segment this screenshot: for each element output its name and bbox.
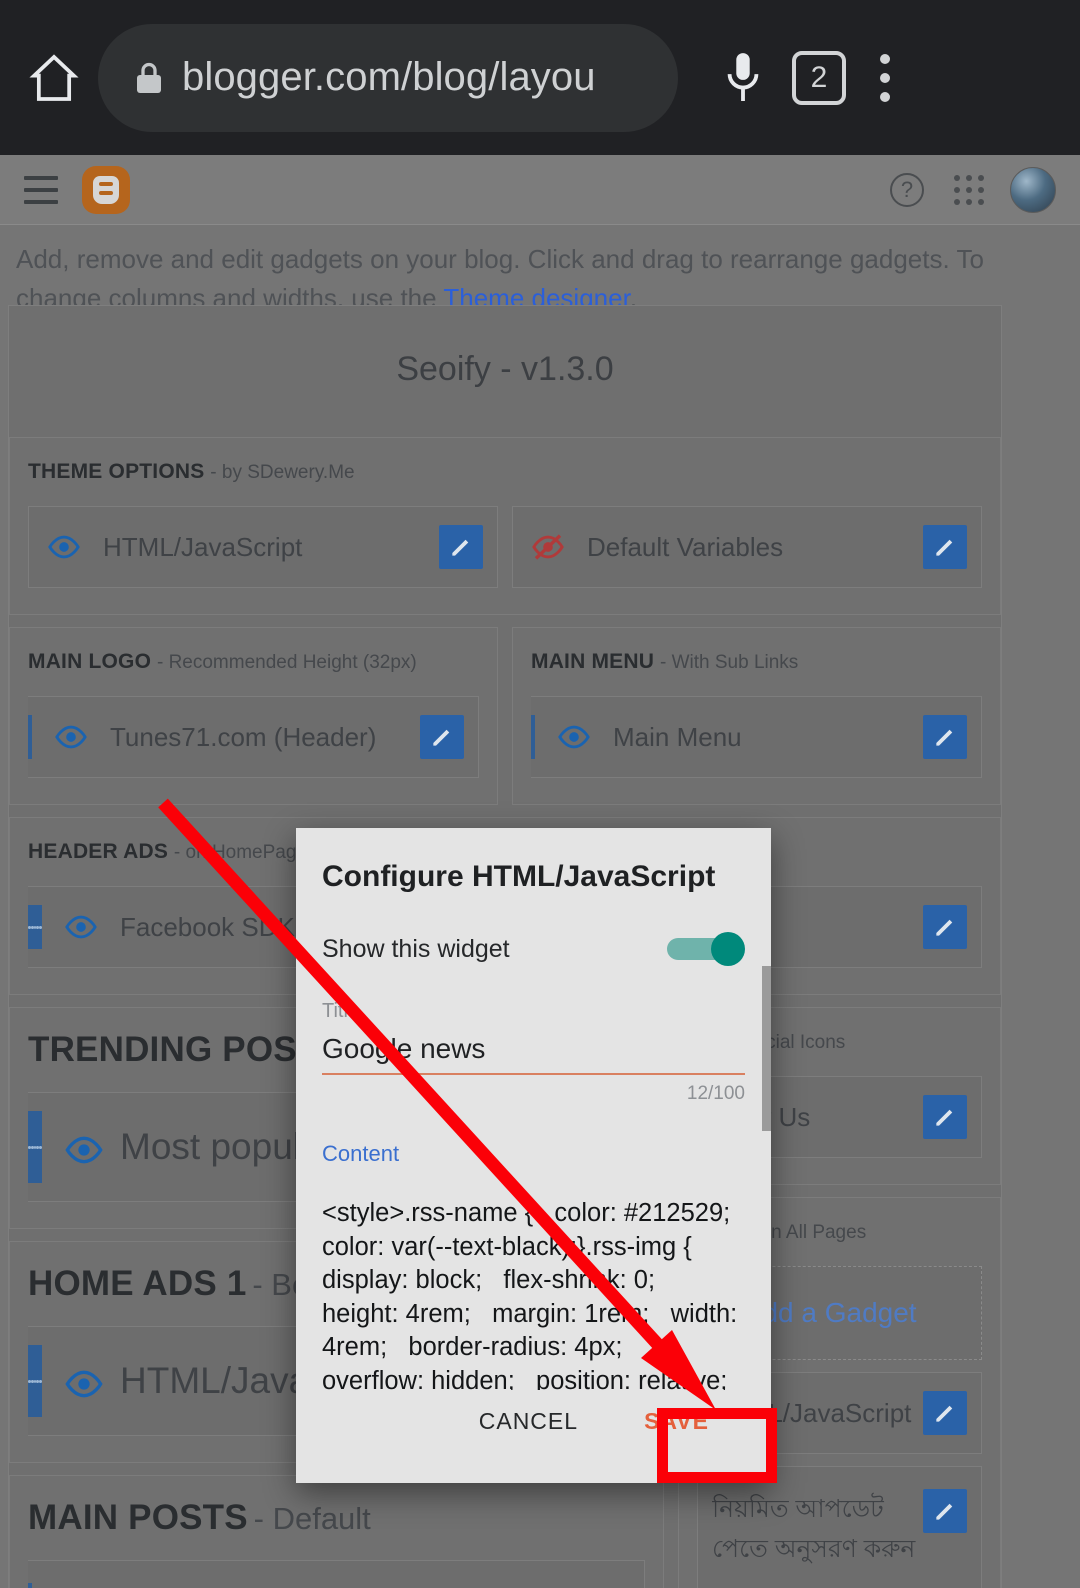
dialog-body: Show this widget Title Google news 12/10… [296,894,771,1390]
edit-pencil-icon[interactable] [439,525,483,569]
edit-pencil-icon[interactable] [923,715,967,759]
show-widget-toggle[interactable] [667,932,745,966]
address-bar[interactable]: blogger.com/blog/layou [98,23,678,132]
accent-bar [28,715,32,759]
widget-label: Default Variables [587,531,784,562]
widget-main-menu[interactable]: Main Menu [531,696,982,778]
eye-hidden-icon[interactable] [531,530,565,564]
eye-visible-icon[interactable] [54,720,88,754]
title-field-label: Title [322,1000,360,1022]
section-subtitle: - by SDewery.Me [210,462,355,483]
drag-handle[interactable] [28,905,42,949]
edit-pencil-icon[interactable] [923,525,967,569]
title-char-counter: 12/100 [686,1083,745,1104]
section-main-menu: MAIN MENU - With Sub Links Main Menu [512,627,1001,805]
content-field-label: Content [322,1141,400,1166]
section-header: MAIN POSTS - Default [28,1498,645,1538]
widget-tunes71-header[interactable]: Tunes71.com (Header) [28,696,479,778]
avatar[interactable] [1010,166,1056,213]
eye-visible-icon[interactable] [557,720,591,754]
theme-title: Seoify - v1.3.0 [396,350,614,388]
edit-pencil-icon[interactable] [923,1391,967,1435]
section-name: TRENDING POSTS [28,1030,342,1069]
eye-visible-icon[interactable] [64,910,98,944]
save-button[interactable]: SAVE [604,1390,749,1453]
google-apps-grid-icon[interactable] [954,174,984,205]
url-text: blogger.com/blog/layou [182,55,596,99]
section-name: MAIN POSTS [28,1498,248,1537]
hamburger-menu-icon[interactable] [24,175,58,204]
section-header: THEME OPTIONS - by SDewery.Me [28,460,982,484]
widget-default-variables[interactable]: Default Variables [512,506,982,588]
show-widget-label: Show this widget [322,934,510,963]
section-name: MAIN LOGO [28,650,152,673]
section-subtitle: - With Sub Links [659,652,799,673]
accent-bar [531,715,535,759]
widget-label: নিয়মিত আপডেট পেতে অনুসরণ করুন [712,1495,916,1563]
cancel-button[interactable]: CANCEL [457,1390,600,1453]
show-widget-row: Show this widget [322,932,745,966]
section-name: MAIN MENU [531,650,655,673]
drag-handle[interactable] [28,1345,42,1417]
section-main-posts: MAIN POSTS - Default Blog Posts [9,1475,664,1588]
configure-widget-dialog: Configure HTML/JavaScript Show this widg… [296,828,771,1483]
tab-count-button[interactable]: 2 [792,50,846,105]
dialog-scrollbar[interactable] [762,966,771,1131]
toggle-knob [711,932,745,966]
widget-label: Tunes71.com (Header) [110,721,377,752]
section-subtitle: - Recommended Height (32px) [156,652,417,673]
section-name: THEME OPTIONS [28,460,205,483]
browser-toolbar: blogger.com/blog/layou 2 [0,0,1080,155]
title-field[interactable]: Title Google news 12/100 [322,1000,745,1105]
edit-pencil-icon[interactable] [923,1095,967,1139]
edit-pencil-icon[interactable] [923,1489,967,1533]
section-theme-options: THEME OPTIONS - by SDewery.Me HTML/JavaS… [9,437,1001,615]
lock-icon [134,60,164,96]
title-field-value[interactable]: Google news [322,1023,745,1073]
widget-label: HTML/JavaScript [103,531,303,562]
section-name: HOME ADS 1 [28,1264,247,1303]
eye-visible-icon[interactable] [47,530,81,564]
accent-bar [28,1583,32,1588]
dialog-actions: CANCEL SAVE [296,1390,771,1483]
widget-blog-posts[interactable]: Blog Posts [28,1560,645,1588]
microphone-icon[interactable] [720,48,766,108]
help-icon[interactable]: ? [890,172,924,207]
section-header: MAIN LOGO - Recommended Height (32px) [28,650,479,674]
edit-pencil-icon[interactable] [923,905,967,949]
widget-html-javascript[interactable]: HTML/JavaScript [28,506,498,588]
eye-visible-icon[interactable] [64,1364,103,1398]
home-icon[interactable] [26,50,82,106]
section-subtitle: - Default [253,1501,371,1536]
dialog-title: Configure HTML/JavaScript [322,860,716,893]
blogger-logo-icon[interactable] [82,165,130,214]
section-name: HEADER ADS [28,840,169,863]
edit-pencil-icon[interactable] [420,715,464,759]
widget-sidebar-bengali[interactable]: নিয়মিত আপডেট পেতে অনুসরণ করুন [697,1466,982,1588]
screen-root: blogger.com/blog/layou 2 ? Add, remove a… [0,0,1080,1588]
section-main-logo: MAIN LOGO - Recommended Height (32px) Tu… [9,627,498,805]
section-header: MAIN MENU - With Sub Links [531,650,982,674]
overflow-menu-icon[interactable] [880,53,890,102]
eye-visible-icon[interactable] [64,1130,103,1164]
app-header: ? [0,155,1080,225]
drag-handle[interactable] [28,1111,42,1183]
content-field-value[interactable]: <style>.rss-name { color: #212529; color… [322,1197,745,1390]
widget-label: Blog Posts [110,1583,630,1588]
widget-label: Main Menu [613,721,742,752]
